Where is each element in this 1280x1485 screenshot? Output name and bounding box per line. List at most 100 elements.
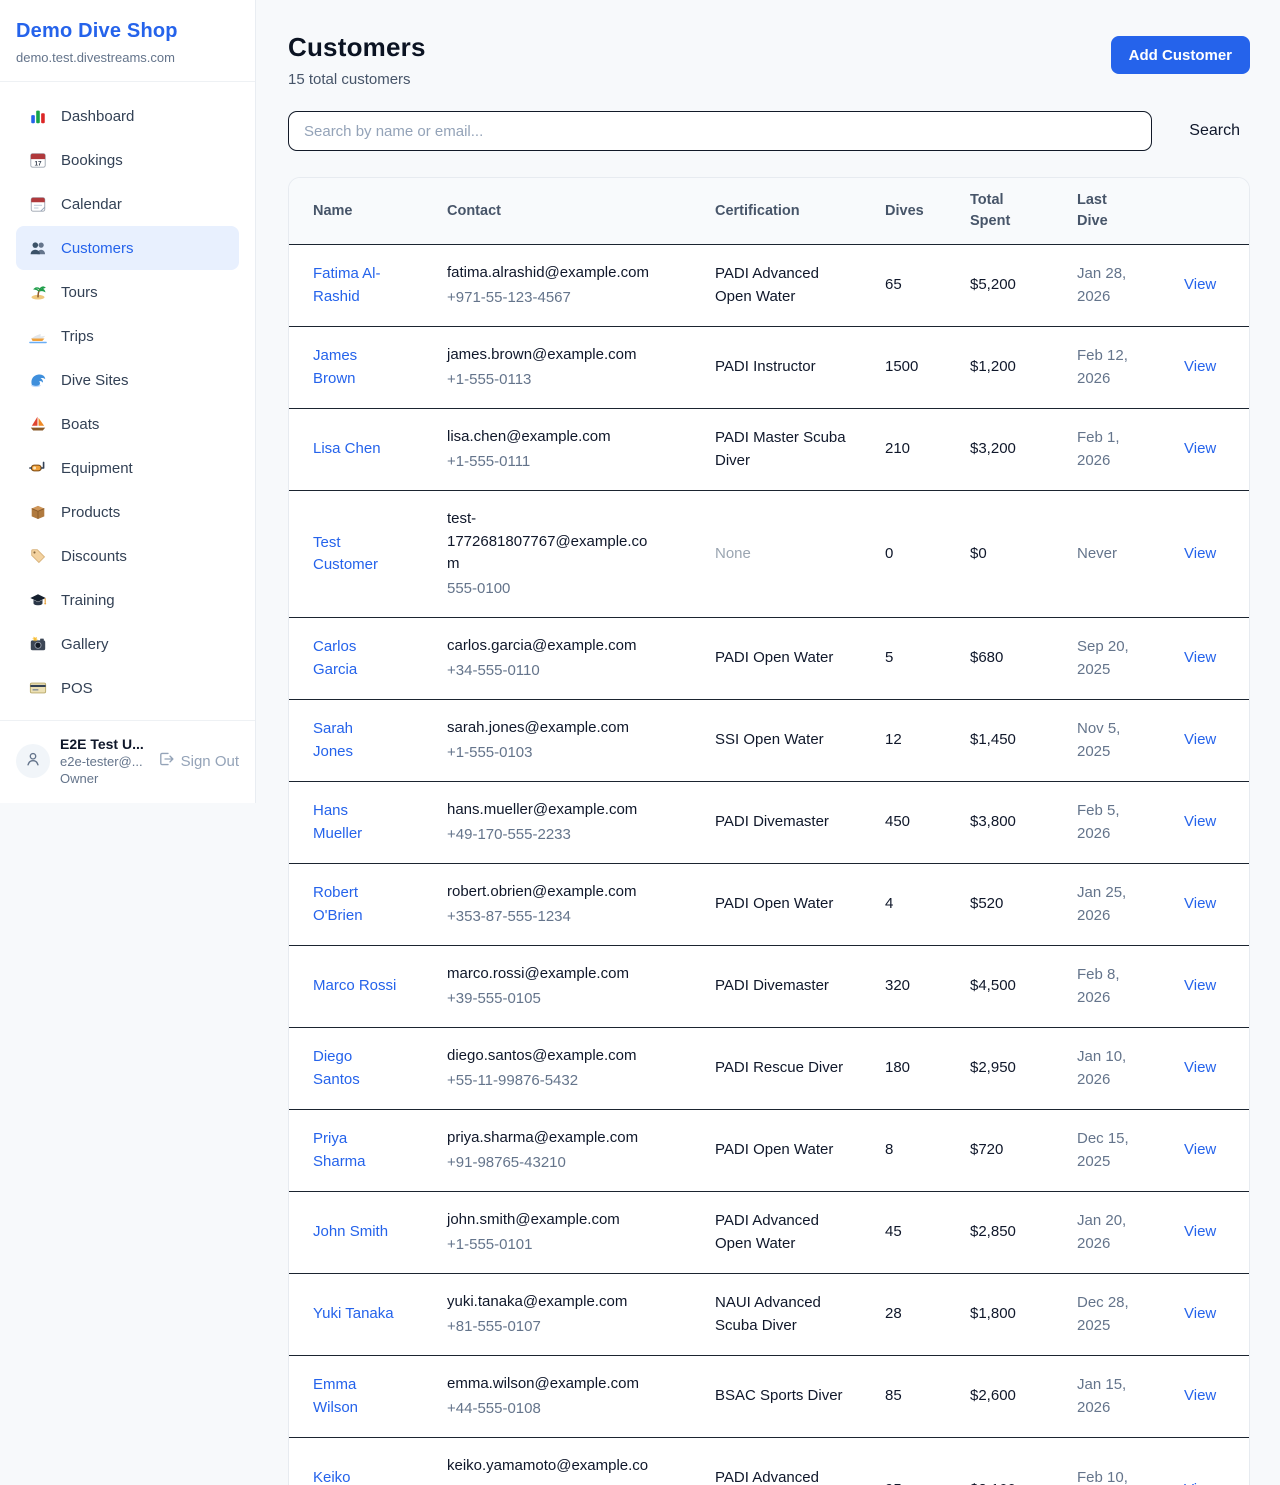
customer-name-link[interactable]: Yuki Tanaka bbox=[313, 1303, 394, 1326]
customer-email: yuki.tanaka@example.com bbox=[447, 1291, 652, 1314]
customer-phone: +1-555-0101 bbox=[447, 1234, 691, 1257]
sidebar-item-gallery[interactable]: Gallery bbox=[16, 622, 239, 666]
sidebar-item-tours[interactable]: Tours bbox=[16, 270, 239, 314]
customer-dives: 210 bbox=[885, 438, 946, 461]
sidebar-item-discounts[interactable]: Discounts bbox=[16, 534, 239, 578]
column-header-name: Name bbox=[289, 178, 435, 245]
table-row: Robert O'Brien robert.obrien@example.com… bbox=[289, 864, 1250, 946]
table-header-row: Name Contact Certification Dives Total S… bbox=[289, 178, 1250, 245]
table-row: James Brown james.brown@example.com +1-5… bbox=[289, 327, 1250, 409]
customer-certification: None bbox=[715, 543, 849, 566]
customer-dives: 45 bbox=[885, 1221, 946, 1244]
search-input[interactable] bbox=[288, 111, 1152, 151]
customer-name-link[interactable]: Emma Wilson bbox=[313, 1374, 397, 1419]
sidebar-item-dive-sites[interactable]: Dive Sites bbox=[16, 358, 239, 402]
person-icon bbox=[24, 750, 42, 773]
sidebar-item-label: Bookings bbox=[61, 152, 123, 169]
customer-certification: PADI Master Scuba Diver bbox=[715, 427, 849, 472]
customer-name-link[interactable]: Carlos Garcia bbox=[313, 636, 397, 681]
table-row: Yuki Tanaka yuki.tanaka@example.com +81-… bbox=[289, 1274, 1250, 1356]
sign-out-button[interactable]: Sign Out bbox=[158, 751, 239, 771]
sidebar-item-label: POS bbox=[61, 680, 93, 697]
customer-dives: 95 bbox=[885, 1479, 946, 1485]
customer-email: priya.sharma@example.com bbox=[447, 1127, 652, 1150]
view-link[interactable]: View bbox=[1184, 649, 1216, 666]
customer-phone: +353-87-555-1234 bbox=[447, 906, 691, 929]
sidebar-item-training[interactable]: Training bbox=[16, 578, 239, 622]
customer-email: carlos.garcia@example.com bbox=[447, 635, 652, 658]
customer-name-link[interactable]: Marco Rossi bbox=[313, 975, 396, 998]
view-link[interactable]: View bbox=[1184, 1223, 1216, 1240]
customer-name-link[interactable]: Robert O'Brien bbox=[313, 882, 397, 927]
customer-email: diego.santos@example.com bbox=[447, 1045, 652, 1068]
calendar-icon bbox=[28, 195, 48, 213]
customer-certification: PADI Rescue Diver bbox=[715, 1057, 849, 1080]
column-header-actions bbox=[1172, 178, 1250, 245]
customer-total-spent: $1,200 bbox=[970, 356, 1053, 379]
customer-dives: 12 bbox=[885, 729, 946, 752]
view-link[interactable]: View bbox=[1184, 1141, 1216, 1158]
column-header-contact: Contact bbox=[435, 178, 703, 245]
view-link[interactable]: View bbox=[1184, 1481, 1216, 1485]
sidebar-item-label: Training bbox=[61, 592, 115, 609]
customer-last-dive: Never bbox=[1077, 543, 1139, 566]
page-header: Customers 15 total customers Add Custome… bbox=[288, 32, 1250, 88]
customer-name-link[interactable]: John Smith bbox=[313, 1221, 388, 1244]
sidebar-item-calendar[interactable]: Calendar bbox=[16, 182, 239, 226]
customer-phone: +1-555-0113 bbox=[447, 369, 691, 392]
view-link[interactable]: View bbox=[1184, 813, 1216, 830]
sidebar-item-bookings[interactable]: 17 Bookings bbox=[16, 138, 239, 182]
customer-total-spent: $720 bbox=[970, 1139, 1053, 1162]
customer-email: hans.mueller@example.com bbox=[447, 799, 652, 822]
customer-email: fatima.alrashid@example.com bbox=[447, 262, 652, 285]
customer-last-dive: Dec 28, 2025 bbox=[1077, 1292, 1139, 1337]
view-link[interactable]: View bbox=[1184, 1059, 1216, 1076]
customer-name-link[interactable]: Lisa Chen bbox=[313, 438, 381, 461]
sidebar-item-boats[interactable]: Boats bbox=[16, 402, 239, 446]
sidebar-item-label: Boats bbox=[61, 416, 99, 433]
customer-name-link[interactable]: Keiko Yamamoto bbox=[313, 1467, 397, 1485]
view-link[interactable]: View bbox=[1184, 276, 1216, 293]
boats-icon bbox=[28, 415, 48, 433]
customer-name-link[interactable]: Diego Santos bbox=[313, 1046, 397, 1091]
customer-name-link[interactable]: Priya Sharma bbox=[313, 1128, 397, 1173]
add-customer-button[interactable]: Add Customer bbox=[1111, 36, 1250, 74]
view-link[interactable]: View bbox=[1184, 358, 1216, 375]
view-link[interactable]: View bbox=[1184, 895, 1216, 912]
sidebar-item-equipment[interactable]: Equipment bbox=[16, 446, 239, 490]
customer-name-link[interactable]: Test Customer bbox=[313, 532, 397, 577]
customer-email: test-1772681807767@example.com bbox=[447, 508, 652, 576]
brand-name[interactable]: Demo Dive Shop bbox=[16, 20, 239, 43]
customer-name-link[interactable]: Hans Mueller bbox=[313, 800, 397, 845]
view-link[interactable]: View bbox=[1184, 545, 1216, 562]
sidebar-item-trips[interactable]: Trips bbox=[16, 314, 239, 358]
training-icon bbox=[28, 591, 48, 609]
view-link[interactable]: View bbox=[1184, 1387, 1216, 1404]
pos-icon bbox=[28, 679, 48, 697]
customer-name-link[interactable]: Fatima Al-Rashid bbox=[313, 263, 397, 308]
sidebar-item-dashboard[interactable]: Dashboard bbox=[16, 94, 239, 138]
user-name: E2E Test U... bbox=[60, 736, 148, 752]
view-link[interactable]: View bbox=[1184, 440, 1216, 457]
sidebar-item-customers[interactable]: Customers bbox=[16, 226, 239, 270]
view-link[interactable]: View bbox=[1184, 977, 1216, 994]
sidebar-item-pos[interactable]: POS bbox=[16, 666, 239, 710]
customer-name-link[interactable]: James Brown bbox=[313, 345, 397, 390]
customer-last-dive: Jan 20, 2026 bbox=[1077, 1210, 1139, 1255]
sidebar-item-products[interactable]: Products bbox=[16, 490, 239, 534]
search-button[interactable]: Search bbox=[1179, 114, 1250, 148]
customers-table: Name Contact Certification Dives Total S… bbox=[289, 178, 1250, 1485]
sidebar-item-label: Discounts bbox=[61, 548, 127, 565]
sidebar-item-label: Dive Sites bbox=[61, 372, 129, 389]
customer-certification: PADI Advanced Open Water bbox=[715, 263, 849, 308]
view-link[interactable]: View bbox=[1184, 731, 1216, 748]
view-link[interactable]: View bbox=[1184, 1305, 1216, 1322]
customer-last-dive: Jan 25, 2026 bbox=[1077, 882, 1139, 927]
user-section: E2E Test U... e2e-tester@... Owner Sign … bbox=[0, 720, 255, 801]
svg-text:17: 17 bbox=[34, 160, 42, 167]
customer-certification: PADI Open Water bbox=[715, 1139, 849, 1162]
customer-phone: +1-555-0111 bbox=[447, 451, 691, 474]
customer-certification: BSAC Sports Diver bbox=[715, 1385, 849, 1408]
customer-dives: 450 bbox=[885, 811, 946, 834]
customer-name-link[interactable]: Sarah Jones bbox=[313, 718, 397, 763]
